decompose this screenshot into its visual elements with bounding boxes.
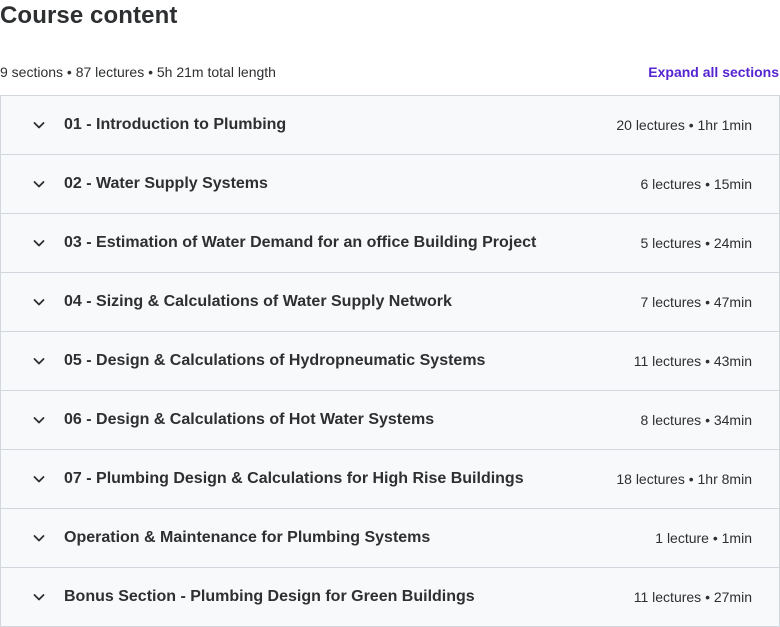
course-summary: 9 sections • 87 lectures • 5h 21m total … bbox=[0, 64, 276, 80]
chevron-down-icon bbox=[32, 354, 46, 368]
section-title: 03 - Estimation of Water Demand for an o… bbox=[64, 234, 537, 251]
section-title: 04 - Sizing & Calculations of Water Supp… bbox=[64, 293, 452, 310]
section-title: 06 - Design & Calculations of Hot Water … bbox=[64, 411, 435, 428]
section-meta: 11 lectures • 27min bbox=[633, 589, 752, 605]
chevron-down-icon bbox=[32, 472, 46, 486]
chevron-down-icon bbox=[32, 177, 46, 191]
section-item[interactable]: Bonus Section - Plumbing Design for Gree… bbox=[1, 568, 779, 627]
section-item[interactable]: 05 - Design & Calculations of Hydropneum… bbox=[1, 332, 779, 391]
chevron-down-icon bbox=[32, 118, 46, 132]
section-meta: 6 lectures • 15min bbox=[640, 176, 752, 192]
course-summary-row: 9 sections • 87 lectures • 5h 21m total … bbox=[0, 61, 780, 83]
section-item[interactable]: 07 - Plumbing Design & Calculations for … bbox=[1, 450, 779, 509]
section-item[interactable]: 02 - Water Supply Systems 6 lectures • 1… bbox=[1, 155, 779, 214]
chevron-down-icon bbox=[32, 413, 46, 427]
section-title: 02 - Water Supply Systems bbox=[64, 175, 268, 192]
section-meta: 11 lectures • 43min bbox=[633, 353, 752, 369]
chevron-down-icon bbox=[32, 236, 46, 250]
section-item[interactable]: 03 - Estimation of Water Demand for an o… bbox=[1, 214, 779, 273]
section-meta: 18 lectures • 1hr 8min bbox=[616, 471, 752, 487]
section-meta: 8 lectures • 34min bbox=[640, 412, 752, 428]
section-meta: 1 lecture • 1min bbox=[655, 530, 752, 546]
section-title: 05 - Design & Calculations of Hydropneum… bbox=[64, 352, 486, 369]
section-meta: 7 lectures • 47min bbox=[640, 294, 752, 310]
course-content-title: Course content bbox=[0, 2, 178, 29]
section-item[interactable]: 06 - Design & Calculations of Hot Water … bbox=[1, 391, 779, 450]
section-list: 01 - Introduction to Plumbing 20 lecture… bbox=[0, 95, 780, 627]
section-meta: 5 lectures • 24min bbox=[640, 235, 752, 251]
section-item[interactable]: 01 - Introduction to Plumbing 20 lecture… bbox=[1, 96, 779, 155]
expand-all-sections-button[interactable]: Expand all sections bbox=[648, 64, 780, 80]
chevron-down-icon bbox=[32, 590, 46, 604]
section-title: 07 - Plumbing Design & Calculations for … bbox=[64, 470, 524, 487]
section-title: 01 - Introduction to Plumbing bbox=[64, 116, 287, 133]
section-title: Operation & Maintenance for Plumbing Sys… bbox=[64, 529, 431, 546]
section-meta: 20 lectures • 1hr 1min bbox=[616, 117, 752, 133]
section-item[interactable]: 04 - Sizing & Calculations of Water Supp… bbox=[1, 273, 779, 332]
section-item[interactable]: Operation & Maintenance for Plumbing Sys… bbox=[1, 509, 779, 568]
chevron-down-icon bbox=[32, 295, 46, 309]
chevron-down-icon bbox=[32, 531, 46, 545]
section-title: Bonus Section - Plumbing Design for Gree… bbox=[64, 588, 475, 605]
